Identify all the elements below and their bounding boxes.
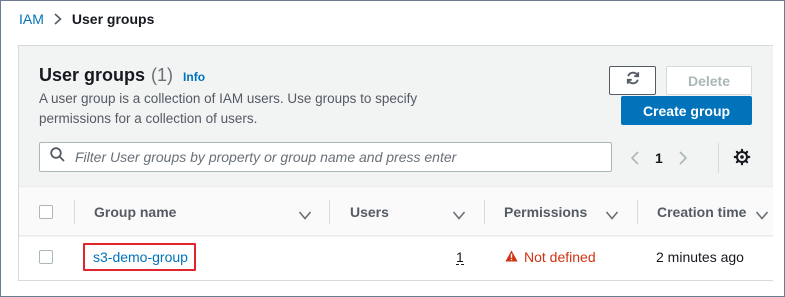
sort-caret-down-icon[interactable] [755, 207, 769, 225]
group-count: (1) [151, 65, 174, 85]
column-divider [637, 200, 638, 224]
create-group-button[interactable]: Create group [621, 96, 752, 125]
table-header: Group name Users Permissions Creation ti… [19, 186, 773, 236]
delete-button[interactable]: Delete [666, 66, 752, 95]
page-title: User groups [39, 65, 146, 85]
creation-time-cell: 2 minutes ago [656, 237, 744, 277]
select-all-cell [39, 187, 53, 237]
settings-gear-icon[interactable] [732, 147, 752, 167]
select-all-checkbox[interactable] [39, 205, 53, 219]
column-divider [329, 200, 330, 224]
permissions-cell: Not defined [505, 237, 596, 277]
breadcrumb-current: User groups [71, 11, 155, 27]
current-page[interactable]: 1 [655, 150, 663, 166]
row-checkbox[interactable] [39, 250, 53, 264]
search-input[interactable] [75, 149, 595, 165]
panel-description: A user group is a collection of IAM user… [39, 91, 418, 126]
permissions-text: Not defined [524, 249, 596, 265]
table-row: s3-demo-group 1 Not defined 2 minutes ag… [19, 237, 773, 280]
users-count-link[interactable]: 1 [456, 250, 464, 265]
info-link[interactable]: Info [183, 70, 205, 84]
column-header-creation-time[interactable]: Creation time [657, 187, 746, 237]
creation-time-text: 2 minutes ago [656, 249, 744, 265]
sort-caret-down-icon[interactable] [298, 207, 312, 225]
warning-icon [505, 249, 518, 265]
breadcrumb-iam-link[interactable]: IAM [19, 11, 44, 27]
pagination: 1 [631, 146, 687, 170]
search-icon [50, 147, 65, 167]
search-box[interactable] [39, 142, 612, 172]
column-header-permissions[interactable]: Permissions [504, 187, 587, 237]
pagination-divider [718, 143, 719, 173]
row-select-cell [39, 237, 53, 277]
panel-header: User groups (1) Info [39, 65, 205, 86]
refresh-icon [625, 70, 641, 91]
chevron-right-icon [54, 13, 62, 25]
user-groups-panel: User groups (1) Info A user group is a c… [18, 45, 773, 281]
sort-caret-down-icon[interactable] [452, 207, 466, 225]
permissions-status: Not defined [505, 249, 596, 265]
next-page-icon[interactable] [679, 151, 687, 165]
breadcrumb: IAM User groups [19, 11, 154, 27]
refresh-button[interactable] [609, 66, 656, 95]
window-frame: IAM User groups User groups (1) Info A u… [0, 0, 785, 297]
sort-caret-down-icon[interactable] [605, 207, 619, 225]
column-divider [74, 200, 75, 224]
group-name-link[interactable]: s3-demo-group [93, 249, 188, 265]
previous-page-icon[interactable] [631, 151, 639, 165]
column-header-users[interactable]: Users [350, 187, 389, 237]
users-cell: 1 [456, 237, 464, 277]
group-name-cell: s3-demo-group [93, 237, 188, 277]
column-divider [484, 200, 485, 224]
column-header-group-name[interactable]: Group name [94, 187, 176, 237]
